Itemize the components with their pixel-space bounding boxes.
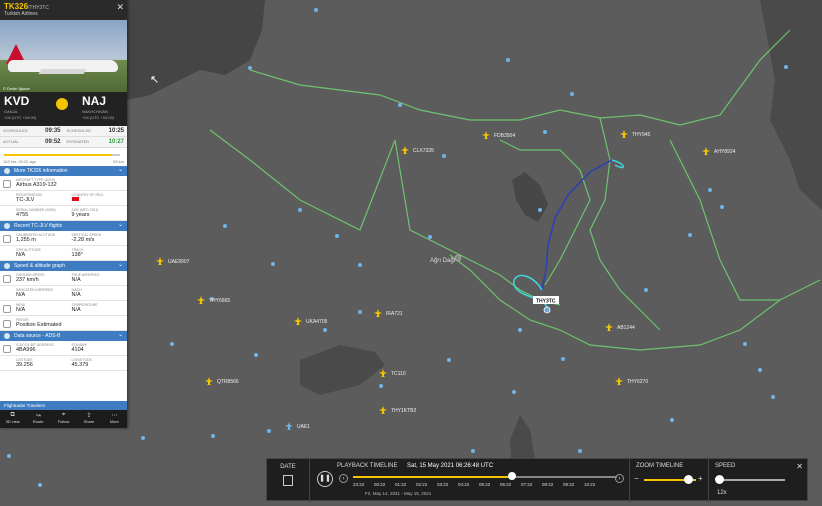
aircraft-marker[interactable]: IRA721 bbox=[374, 309, 403, 317]
origin-code[interactable]: KVD bbox=[4, 94, 29, 108]
plane-icon bbox=[56, 98, 68, 110]
close-icon[interactable]: ✕ bbox=[796, 462, 803, 471]
close-icon[interactable]: ✕ bbox=[116, 2, 124, 13]
playback-bar: DATE ❚❚ PLAYBACK TIMELINE Sat, 15 May 20… bbox=[266, 458, 808, 502]
selected-aircraft-icon[interactable] bbox=[543, 306, 551, 314]
section-speed-graph[interactable]: Speed & altitude graph bbox=[0, 261, 127, 271]
aircraft-marker[interactable]: UAE1 bbox=[285, 422, 310, 430]
promo-banner[interactable]: Flightradar Travelers bbox=[0, 401, 127, 410]
speed-value: 12x bbox=[717, 490, 727, 496]
nav-3d-view[interactable]: ⧉ 3D view bbox=[0, 410, 25, 428]
origin-city: GANJA bbox=[4, 109, 18, 114]
mouse-cursor-icon: ↖ bbox=[150, 74, 160, 86]
timeline-tick: 06:22 bbox=[500, 482, 512, 487]
transponder-icon bbox=[3, 345, 11, 353]
place-label: Ağrı Dağı bbox=[430, 258, 456, 264]
playback-handle[interactable] bbox=[508, 472, 516, 480]
playback-date-range: Fri, May 14, 2021 - May 15, 2021 bbox=[365, 491, 432, 496]
timeline-tick: 01:22 bbox=[395, 482, 407, 487]
timeline-tick: 03:22 bbox=[437, 482, 449, 487]
destination-city: NAKHCHIVAN bbox=[82, 109, 108, 114]
zoom-out-icon[interactable]: − bbox=[634, 474, 639, 483]
aircraft-label: UAE9907 bbox=[168, 259, 190, 265]
destination-code[interactable]: NAJ bbox=[82, 94, 106, 108]
timeline-tick: 04:22 bbox=[458, 482, 470, 487]
route-icon: ↝ bbox=[35, 413, 41, 419]
timeline-tick: 23:22 bbox=[353, 482, 365, 487]
aircraft-label: THY6270 bbox=[627, 379, 648, 385]
target-icon: ⌖ bbox=[61, 412, 66, 418]
aircraft-photo[interactable]: © Dmitri Iljasov bbox=[0, 20, 127, 92]
aircraft-label: THY945 bbox=[632, 132, 651, 138]
panel-header: TK326/THY3TC Turkish Airlines ✕ bbox=[0, 0, 127, 20]
aircraft-label: AB1244 bbox=[617, 325, 635, 331]
destination-tz: +04 (UTC +04:00) bbox=[82, 115, 115, 120]
flag-icon bbox=[71, 197, 79, 201]
aircraft-label: TC110 bbox=[391, 371, 406, 377]
pause-button[interactable]: ❚❚ bbox=[317, 471, 333, 487]
nav-route[interactable]: ↝ Route bbox=[25, 410, 50, 428]
graph-icon bbox=[4, 263, 10, 269]
cube-icon: ⧉ bbox=[10, 412, 15, 418]
aircraft-label: CLX7335 bbox=[413, 148, 434, 154]
flight-progress: 163 km, 00:22 ago 59 km bbox=[0, 148, 127, 166]
aircraft-label: UKA4705 bbox=[306, 319, 328, 325]
section-data-source[interactable]: Data source - ADS-B bbox=[0, 331, 127, 341]
wind-icon bbox=[3, 305, 11, 313]
timeline-tick: 05:22 bbox=[479, 482, 491, 487]
flight-callsign: TK326/THY3TC bbox=[4, 2, 49, 11]
origin-tz: +04 (UTC +04:00) bbox=[4, 115, 37, 120]
nav-share[interactable]: ⇪ Share bbox=[76, 410, 101, 428]
speed-handle[interactable] bbox=[715, 475, 724, 484]
aircraft-marker[interactable]: TC110 bbox=[379, 369, 406, 377]
timeline-tick: 10:22 bbox=[584, 482, 596, 487]
zoom-in-icon[interactable]: + bbox=[698, 474, 703, 483]
aircraft-label: UAE1 bbox=[297, 424, 310, 430]
aircraft-icon bbox=[3, 180, 11, 188]
history-icon bbox=[4, 223, 10, 229]
more-icon: ⋯ bbox=[111, 413, 118, 419]
route-header: KVD GANJA +04 (UTC +04:00) NAJ NAKHCHIVA… bbox=[0, 92, 127, 126]
speed-track[interactable] bbox=[717, 479, 785, 481]
info-icon bbox=[4, 168, 10, 174]
timeline-back-icon[interactable]: ‹ bbox=[339, 474, 348, 483]
aircraft-label: THY6665 bbox=[209, 298, 230, 304]
playback-track[interactable] bbox=[353, 476, 617, 478]
zoom-timeline: ZOOM TIMELINE − + bbox=[629, 459, 707, 502]
panel-bottom-nav: ⧉ 3D view ↝ Route ⌖ Follow ⇪ Share ⋯ More bbox=[0, 410, 127, 428]
share-icon: ⇪ bbox=[86, 413, 92, 419]
aircraft-label: IRA721 bbox=[386, 311, 403, 317]
section-recent-flights[interactable]: Recent TC-JLV flights bbox=[0, 221, 127, 231]
nav-follow[interactable]: ⌖ Follow bbox=[51, 410, 76, 428]
antenna-icon bbox=[4, 333, 10, 339]
times-table: SCHEDULED 09:35 SCHEDULED 10:25 ACTUAL 09:5… bbox=[0, 126, 127, 148]
photo-credit: © Dmitri Iljasov bbox=[3, 86, 30, 91]
zoom-handle[interactable] bbox=[684, 475, 693, 484]
selected-flight-label: THY3TC bbox=[536, 299, 556, 305]
playback-title: PLAYBACK TIMELINE bbox=[337, 463, 398, 469]
aircraft-label: AHY8924 bbox=[714, 149, 736, 155]
pin-icon bbox=[454, 254, 462, 262]
aircraft-label: QTR8566 bbox=[217, 379, 239, 385]
timeline-tick: 08:22 bbox=[542, 482, 554, 487]
section-more-info[interactable]: More TK326 information bbox=[0, 166, 127, 176]
nav-more[interactable]: ⋯ More bbox=[102, 410, 127, 428]
aircraft-label: THY1KTB2 bbox=[391, 408, 417, 414]
timeline-tick: 02:22 bbox=[416, 482, 428, 487]
airline-name: Turkish Airlines bbox=[4, 11, 38, 17]
timeline-tick: 07:22 bbox=[521, 482, 533, 487]
altitude-icon bbox=[3, 235, 11, 243]
calendar-icon bbox=[283, 475, 293, 486]
playback-time: Sat, 15 May 2021 06:26:48 UTC bbox=[407, 463, 494, 469]
speed-control: SPEED 12x bbox=[708, 459, 788, 502]
date-picker[interactable]: DATE bbox=[267, 459, 310, 502]
fir-icon bbox=[3, 320, 11, 328]
timeline-tick: 09:22 bbox=[563, 482, 575, 487]
timeline-tick: 00:22 bbox=[374, 482, 386, 487]
speed-icon bbox=[3, 275, 11, 283]
timeline-ticks: 23:22 00:22 01:22 02:22 03:22 04:22 05:22 06:22… bbox=[353, 482, 617, 488]
flight-info-panel: TK326/THY3TC Turkish Airlines ✕ © Dmitri… bbox=[0, 0, 127, 428]
aircraft-label: FDB3504 bbox=[494, 133, 515, 139]
